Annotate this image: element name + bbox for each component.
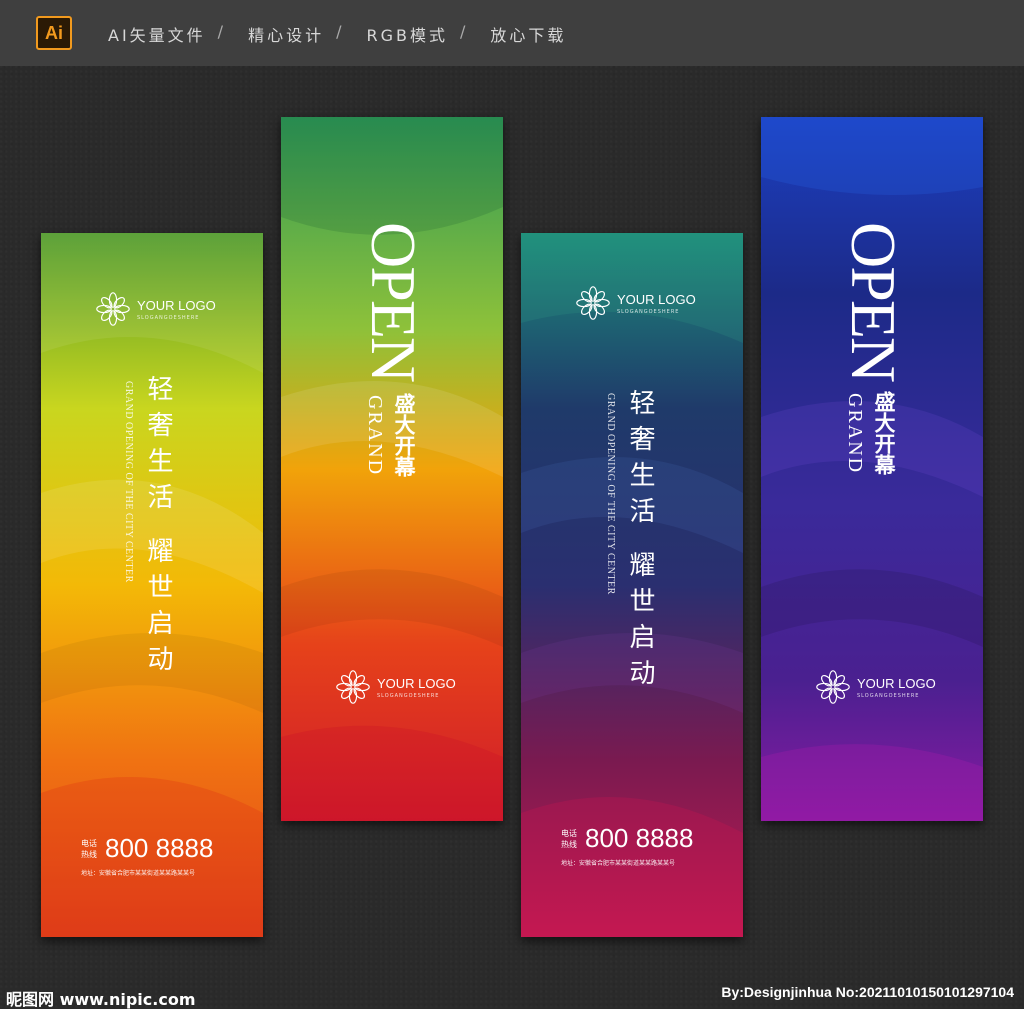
file-info-item: RGB模式 xyxy=(366,26,448,45)
file-info-item: 精心设计 xyxy=(248,26,325,45)
separator: / xyxy=(217,22,227,41)
phone-number: 800 8888 xyxy=(585,823,694,853)
designer-id: By:Designjinhua No:20211010150101297104 xyxy=(721,984,1014,1000)
banner-blue-purple: OPEN GRAND 盛大开幕 YOUR LOGO SLOGANGOESHERE xyxy=(761,117,983,821)
banner-green-red: OPEN GRAND 盛大开幕 YOUR LOGO SLOGANGOESHERE xyxy=(281,117,503,821)
separator: / xyxy=(336,22,345,41)
file-info-item: AI矢量文件 xyxy=(108,26,206,45)
logo: YOUR LOGO SLOGANGOESHERE xyxy=(815,669,936,705)
banner-yellow-orange: YOUR LOGO SLOGANGOESHERE GRAND OPENING O… xyxy=(41,233,263,937)
site-watermark: 昵图网 www.nipic.com xyxy=(6,990,196,1009)
logo-slogan: SLOGANGOESHERE xyxy=(377,692,440,699)
contact-block: 电话热线 800 8888 地址：安徽省合肥市某某街道某某路某某号 xyxy=(81,833,213,877)
phone-number: 800 8888 xyxy=(105,833,214,863)
address: 地址：安徽省合肥市某某街道某某路某某号 xyxy=(81,870,196,877)
english-subtitle: GRAND OPENING OF THE CITY CENTER xyxy=(123,381,134,583)
flower-logo-icon xyxy=(816,670,850,704)
english-subtitle: GRAND OPENING OF THE CITY CENTER xyxy=(605,393,616,595)
contact-label: 电话热线 xyxy=(561,828,577,849)
logo-slogan: SLOGANGOESHERE xyxy=(137,314,200,321)
logo: YOUR LOGO SLOGANGOESHERE xyxy=(575,285,696,321)
logo-name: YOUR LOGO xyxy=(377,675,456,691)
contact-label: 电话热线 xyxy=(81,838,97,859)
logo-slogan: SLOGANGOESHERE xyxy=(857,692,920,699)
banner-teal-magenta: YOUR LOGO SLOGANGOESHERE GRAND OPENING O… xyxy=(521,233,743,937)
logo-name: YOUR LOGO xyxy=(617,291,696,307)
logo-name: YOUR LOGO xyxy=(857,675,936,691)
tagline: 轻奢生活 耀世启动 xyxy=(625,389,655,696)
file-info-item: 放心下载 xyxy=(490,26,567,45)
logo-slogan: SLOGANGOESHERE xyxy=(617,308,680,315)
address: 地址：安徽省合肥市某某街道某某路某某号 xyxy=(561,860,676,867)
grand-opening-cn: 盛大开幕 xyxy=(392,393,417,477)
flower-logo-icon xyxy=(96,292,130,326)
contact-block: 电话热线 800 8888 地址：安徽省合肥市某某街道某某路某某号 xyxy=(561,823,693,867)
top-bar: Ai AI矢量文件 / 精心设计 / RGB模式 / 放心下载 xyxy=(0,0,1024,66)
logo-name: YOUR LOGO xyxy=(137,297,216,313)
logo: YOUR LOGO SLOGANGOESHERE xyxy=(95,291,216,327)
illustrator-icon: Ai xyxy=(36,16,72,50)
flower-logo-icon xyxy=(576,286,610,320)
flower-logo-icon xyxy=(336,670,370,704)
open-title: OPEN xyxy=(358,222,429,382)
separator: / xyxy=(459,22,469,41)
file-info-list: AI矢量文件 / 精心设计 / RGB模式 / 放心下载 xyxy=(108,22,578,46)
open-title: OPEN xyxy=(838,222,909,382)
grand-opening-cn: 盛大开幕 xyxy=(872,391,897,475)
grand-title: GRAND xyxy=(364,395,386,477)
logo: YOUR LOGO SLOGANGOESHERE xyxy=(335,669,456,705)
tagline: 轻奢生活 耀世启动 xyxy=(143,375,173,682)
grand-title: GRAND xyxy=(844,393,866,475)
